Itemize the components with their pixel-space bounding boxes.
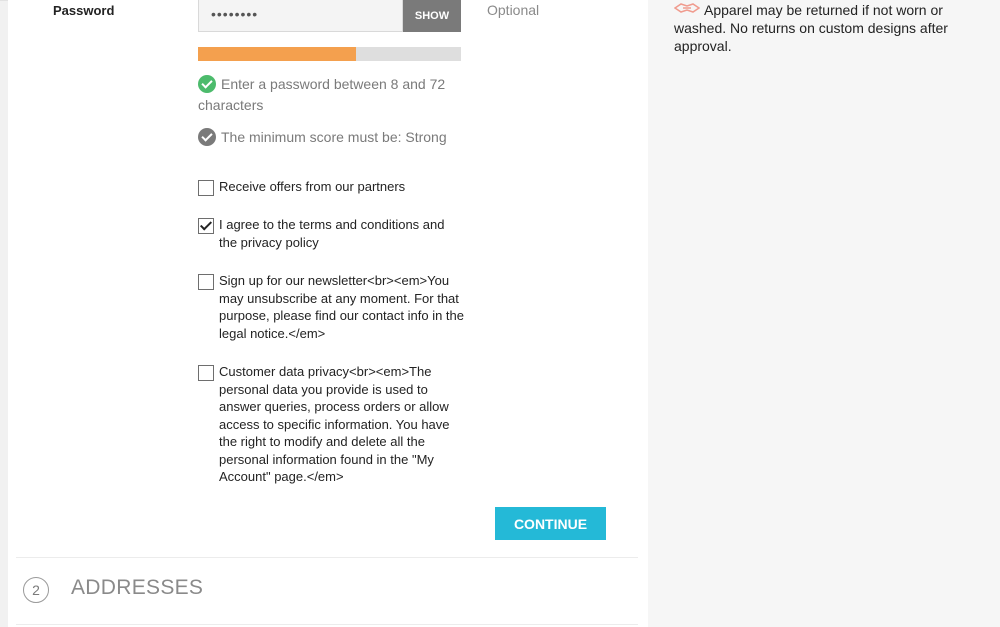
- optional-label: Optional: [487, 2, 540, 18]
- password-value: ••••••••: [211, 6, 259, 22]
- continue-button[interactable]: CONTINUE: [495, 507, 606, 540]
- password-rule-length: Enter a password between 8 and 72 charac…: [198, 74, 463, 116]
- password-rule-score-text: The minimum score must be: Strong: [221, 129, 447, 145]
- partner-offers-checkbox[interactable]: [198, 180, 214, 196]
- password-strength-fill: [198, 47, 356, 61]
- newsletter-label[interactable]: Sign up for our newsletter<br><em>You ma…: [219, 272, 464, 342]
- partner-offers-label[interactable]: Receive offers from our partners: [219, 178, 464, 196]
- return-policy-note: Apparel may be returned if not worn or w…: [674, 1, 974, 55]
- password-strength-meter: [198, 47, 461, 61]
- data-privacy-checkbox[interactable]: [198, 365, 214, 381]
- terms-label[interactable]: I agree to the terms and conditions and …: [219, 216, 464, 251]
- handshake-icon: [674, 3, 700, 13]
- data-privacy-label[interactable]: Customer data privacy<br><em>The persona…: [219, 363, 464, 486]
- newsletter-checkbox[interactable]: [198, 274, 214, 290]
- password-rule-score: The minimum score must be: Strong: [198, 127, 463, 148]
- section-divider: [16, 557, 638, 558]
- addresses-step-title[interactable]: ADDRESSES: [71, 576, 203, 600]
- check-circle-icon: [198, 75, 216, 93]
- reassurance-sidebar: Apparel may be returned if not worn or w…: [648, 0, 1000, 627]
- terms-checkbox[interactable]: [198, 218, 214, 234]
- show-password-button[interactable]: SHOW: [403, 0, 461, 32]
- checkout-main-panel: Password •••••••• SHOW Optional Enter a …: [8, 0, 648, 627]
- step-number-badge: 2: [23, 577, 49, 603]
- check-circle-icon: [198, 128, 216, 146]
- return-policy-text: Apparel may be returned if not worn or w…: [674, 2, 948, 54]
- password-rule-length-text: Enter a password between 8 and 72 charac…: [198, 76, 446, 113]
- section-divider: [16, 624, 638, 625]
- password-field[interactable]: ••••••••: [198, 0, 403, 32]
- password-label: Password: [53, 3, 115, 18]
